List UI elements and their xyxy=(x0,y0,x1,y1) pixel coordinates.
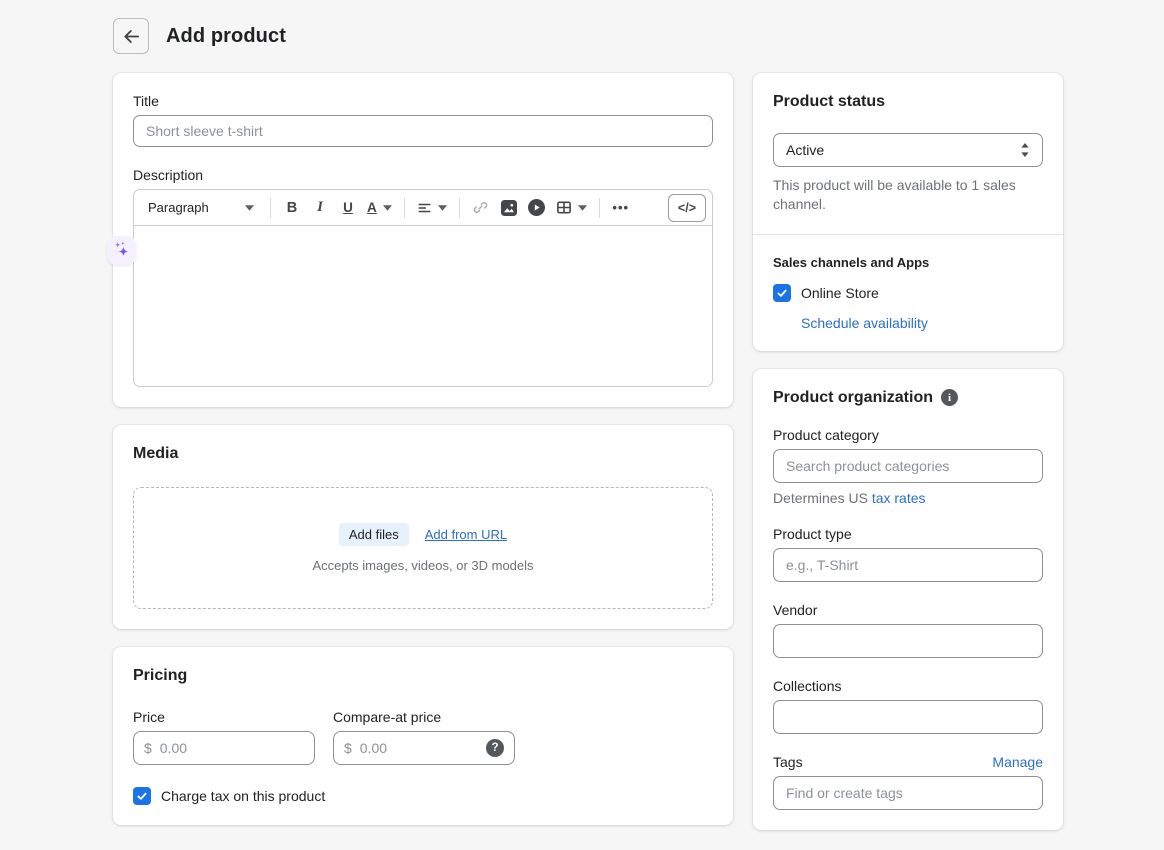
price-input[interactable] xyxy=(159,740,304,756)
add-files-button[interactable]: Add files xyxy=(338,523,409,546)
paragraph-style-value: Paragraph xyxy=(148,200,209,215)
image-icon xyxy=(500,199,517,216)
collections-input[interactable] xyxy=(773,699,1043,734)
product-organization-heading: Product organization xyxy=(773,388,933,406)
text-color-button[interactable]: A xyxy=(363,194,396,222)
currency-prefix: $ xyxy=(344,740,352,756)
manage-tags-link[interactable]: Manage xyxy=(992,754,1043,770)
toolbar-divider xyxy=(598,197,600,218)
tags-label: Tags xyxy=(773,753,803,770)
paragraph-style-dropdown[interactable]: Paragraph xyxy=(140,194,262,222)
media-dropzone[interactable]: Add files Add from URL Accepts images, v… xyxy=(133,487,713,609)
product-status-heading: Product status xyxy=(773,93,886,110)
ai-sparkles-button[interactable] xyxy=(107,236,136,265)
chevron-down-icon xyxy=(437,204,447,211)
pricing-heading: Pricing xyxy=(133,667,188,684)
price-label: Price xyxy=(133,709,165,725)
toolbar-divider xyxy=(270,197,271,218)
description-editor: Paragraph B I U A ••• </> xyxy=(107,189,713,387)
product-type-label: Product type xyxy=(773,525,852,542)
insert-table-button[interactable] xyxy=(552,194,591,222)
product-organization-card: Product organization i Product category … xyxy=(753,368,1063,830)
description-textarea[interactable] xyxy=(134,226,712,386)
product-status-select[interactable]: Active xyxy=(773,133,1043,167)
arrow-left-icon xyxy=(122,27,141,46)
category-helper-text: Determines US tax rates xyxy=(773,489,926,506)
italic-button[interactable]: I xyxy=(307,194,333,222)
align-left-icon xyxy=(417,201,432,215)
product-category-input[interactable] xyxy=(773,448,1043,483)
more-options-button[interactable]: ••• xyxy=(608,194,634,222)
bold-button[interactable]: B xyxy=(279,194,305,222)
editor-toolbar: Paragraph B I U A ••• </> xyxy=(134,190,712,226)
sparkles-icon xyxy=(112,241,131,260)
status-helper-text: This product will be available to 1 sale… xyxy=(773,177,1016,212)
currency-prefix: $ xyxy=(144,740,152,756)
page-header: Add product xyxy=(113,0,1164,73)
select-updown-icon xyxy=(1020,143,1030,157)
insert-video-button[interactable] xyxy=(524,194,550,222)
compare-at-price-label: Compare-at price xyxy=(333,709,442,725)
charge-tax-label: Charge tax on this product xyxy=(161,788,326,804)
back-button[interactable] xyxy=(113,18,149,54)
charge-tax-checkbox[interactable] xyxy=(133,787,151,805)
ellipsis-icon: ••• xyxy=(612,200,630,215)
schedule-availability-link[interactable]: Schedule availability xyxy=(801,315,928,331)
checkmark-icon xyxy=(776,287,788,299)
chevron-down-icon xyxy=(577,204,587,211)
media-card: Media Add files Add from URL Accepts ima… xyxy=(113,425,733,629)
compare-at-price-input-wrapper: $ ? xyxy=(333,731,515,765)
title-input[interactable] xyxy=(133,115,713,147)
underline-button[interactable]: U xyxy=(335,194,361,222)
toolbar-divider xyxy=(458,197,460,218)
product-category-label: Product category xyxy=(773,426,879,443)
product-status-card: Product status Active This product will … xyxy=(753,73,1063,351)
pricing-card: Pricing Price $ Compare-at price xyxy=(113,647,733,825)
page-title: Add product xyxy=(166,24,286,47)
help-icon[interactable]: ? xyxy=(486,739,504,757)
checkmark-icon xyxy=(136,790,148,802)
title-label: Title xyxy=(133,93,159,109)
sales-channels-heading: Sales channels and Apps xyxy=(773,254,930,270)
online-store-checkbox[interactable] xyxy=(773,283,791,302)
compare-at-price-input[interactable] xyxy=(359,740,478,756)
video-play-icon xyxy=(528,199,546,216)
insert-image-button[interactable] xyxy=(496,194,522,222)
info-icon[interactable]: i xyxy=(941,389,958,407)
table-icon xyxy=(556,200,572,215)
price-input-wrapper: $ xyxy=(133,731,315,765)
chevron-down-icon xyxy=(382,204,392,211)
vendor-input[interactable] xyxy=(773,623,1043,658)
insert-link-button[interactable] xyxy=(468,194,494,222)
product-details-card: Title Description Paragraph xyxy=(107,73,733,407)
chevron-down-icon xyxy=(245,204,254,211)
show-html-button[interactable]: </> xyxy=(667,193,706,222)
add-product-page: Add product Title Description Paragraph xyxy=(107,0,1164,848)
description-label: Description xyxy=(133,167,204,183)
media-heading: Media xyxy=(133,445,179,462)
collections-label: Collections xyxy=(773,677,842,694)
vendor-label: Vendor xyxy=(773,601,818,618)
product-status-value: Active xyxy=(786,142,825,158)
media-helper-text: Accepts images, videos, or 3D models xyxy=(312,558,534,573)
tax-rates-link[interactable]: tax rates xyxy=(872,490,926,506)
toolbar-divider xyxy=(403,197,405,218)
tags-input[interactable] xyxy=(773,775,1043,810)
online-store-label: Online Store xyxy=(801,284,879,301)
product-type-input[interactable] xyxy=(773,547,1043,582)
link-icon xyxy=(472,199,489,216)
alignment-button[interactable] xyxy=(413,194,451,222)
add-from-url-link[interactable]: Add from URL xyxy=(425,527,507,542)
